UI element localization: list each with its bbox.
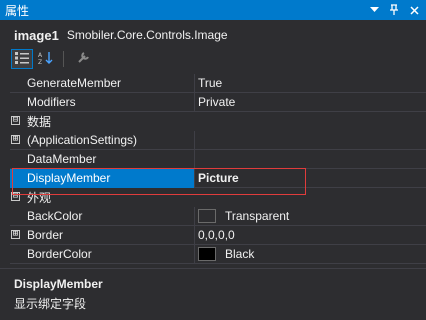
window-controls	[368, 3, 426, 17]
category-row-appearance[interactable]: ⊟ 外观	[10, 188, 426, 207]
description-panel: DisplayMember 显示绑定字段	[0, 268, 426, 320]
property-grid[interactable]: GenerateMember True Modifiers Private ⊟ …	[10, 74, 426, 267]
category-name: 数据	[27, 115, 52, 129]
object-selector[interactable]: image1 Smobiler.Core.Controls.Image	[0, 24, 426, 46]
property-value[interactable]: Private	[194, 95, 426, 109]
property-value[interactable]: Transparent	[194, 209, 426, 223]
categorized-button[interactable]	[11, 49, 33, 69]
property-row-generatemember[interactable]: GenerateMember True	[10, 74, 426, 93]
property-row-bordercolor[interactable]: BorderColor Black	[10, 245, 426, 264]
property-value[interactable]: Black	[194, 247, 426, 261]
property-row-displaymember[interactable]: DisplayMember Picture	[10, 168, 426, 188]
property-row-border[interactable]: ⊞ Border 0,0,0,0	[10, 226, 426, 245]
toolbar-divider	[63, 51, 64, 67]
property-row-backcolor[interactable]: BackColor Transparent	[10, 207, 426, 226]
column-divider	[194, 74, 195, 93]
object-type: Smobiler.Core.Controls.Image	[66, 28, 228, 42]
property-name: GenerateMember	[27, 76, 122, 90]
property-name: BackColor	[27, 209, 83, 223]
column-divider	[194, 131, 195, 150]
property-row-modifiers[interactable]: Modifiers Private	[10, 93, 426, 112]
property-name: DisplayMember	[10, 168, 194, 188]
dropdown-icon[interactable]	[368, 3, 380, 17]
color-value: Black	[225, 247, 255, 261]
close-icon[interactable]	[408, 3, 420, 17]
collapse-icon[interactable]: ⊟	[11, 116, 20, 125]
window-title: 属性	[5, 3, 30, 18]
column-divider	[194, 150, 195, 169]
property-value[interactable]: 0,0,0,0	[194, 228, 426, 242]
description-title: DisplayMember	[14, 277, 103, 291]
expand-icon[interactable]: ⊞	[11, 135, 20, 144]
svg-text:A: A	[38, 52, 43, 59]
property-row-datamember[interactable]: DataMember	[10, 150, 426, 169]
property-value[interactable]: Picture	[194, 171, 426, 185]
partial-row	[10, 264, 426, 267]
property-value[interactable]: True	[194, 76, 426, 90]
column-divider	[194, 245, 195, 264]
column-divider	[194, 226, 195, 245]
alphabetical-icon: A Z	[38, 51, 54, 68]
category-name: 外观	[27, 191, 52, 205]
category-row-data[interactable]: ⊟ 数据	[10, 112, 426, 131]
svg-text:Z: Z	[38, 59, 42, 65]
categorized-icon	[15, 51, 29, 67]
property-name: DataMember	[27, 152, 97, 166]
property-row-applicationsettings[interactable]: ⊞ (ApplicationSettings)	[10, 131, 426, 150]
property-name: BorderColor	[27, 247, 92, 261]
alphabetical-button[interactable]: A Z	[35, 49, 57, 69]
pin-icon[interactable]	[388, 3, 400, 17]
title-bar: 属性	[0, 0, 426, 20]
expand-icon[interactable]: ⊞	[11, 230, 20, 239]
collapse-icon[interactable]: ⊟	[11, 192, 20, 201]
property-name: Modifiers	[27, 95, 76, 109]
column-divider	[194, 93, 195, 112]
description-text: 显示绑定字段	[14, 297, 87, 311]
property-pages-icon	[76, 51, 90, 68]
property-pages-button[interactable]	[72, 49, 94, 69]
color-value: Transparent	[225, 209, 290, 223]
property-name: (ApplicationSettings)	[27, 133, 138, 147]
color-swatch	[198, 209, 216, 223]
color-swatch	[198, 247, 216, 261]
object-name: image1	[14, 27, 59, 43]
column-divider	[194, 207, 195, 226]
column-divider	[194, 169, 195, 188]
property-name: Border	[27, 228, 64, 242]
properties-toolbar: A Z	[0, 48, 426, 70]
